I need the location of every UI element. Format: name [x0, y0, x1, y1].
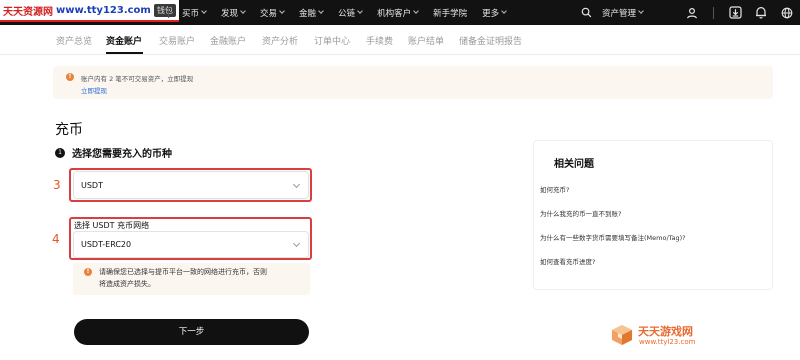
chevron-down-icon	[292, 180, 301, 189]
step-label: 选择您需要充入的币种	[72, 149, 172, 160]
watermark-url: www.tty123.com	[56, 4, 151, 16]
nav-divider	[713, 6, 714, 19]
chevron-down-icon	[279, 8, 285, 14]
chevron-down-icon	[240, 8, 246, 14]
user-icon[interactable]	[685, 6, 699, 20]
nav-item-finance[interactable]: 金融	[299, 7, 324, 19]
tab-order-center[interactable]: 订单中心	[314, 34, 350, 47]
nav-item-more[interactable]: 更多	[482, 7, 507, 19]
tab-fees[interactable]: 手续费	[366, 34, 393, 47]
annotation-number: 3	[53, 178, 61, 192]
warning-icon: !	[84, 268, 92, 276]
coin-select-value: USDT	[81, 181, 103, 190]
nav-item-public-chain[interactable]: 公链	[338, 7, 363, 19]
chevron-down-icon	[292, 239, 301, 248]
page-title: 充币	[55, 122, 83, 138]
top-navbar: 天天资源网 www.tty123.com 钱包 买币 发现 交易 金融 公链 机…	[0, 0, 800, 25]
tab-account-statement[interactable]: 账户结单	[408, 34, 444, 47]
search-icon[interactable]	[580, 6, 594, 20]
faq-link[interactable]: 为什么有一些数字货币需要填写备注(Memo/Tag)?	[540, 232, 686, 242]
warning-icon: !	[66, 73, 74, 81]
chevron-down-icon	[638, 8, 644, 14]
asset-management-menu[interactable]: 资产管理	[602, 7, 644, 19]
tab-proof-of-reserves[interactable]: 储备金证明报告	[459, 34, 522, 47]
faq-link[interactable]: 如何查看充币进度?	[540, 256, 595, 266]
bell-icon[interactable]	[754, 6, 768, 20]
chevron-down-icon	[201, 8, 207, 14]
faq-link[interactable]: 为什么我充的币一直不到账?	[540, 208, 621, 218]
nav-right: 资产管理	[580, 0, 800, 25]
step-select-coin: 1 选择您需要充入的币种	[55, 145, 172, 160]
brand-url: www.ttyl23.com	[639, 338, 696, 346]
faq-card: 相关问题 如何充币? 为什么我充的币一直不到账? 为什么有一些数字货币需要填写备…	[533, 140, 773, 290]
chevron-down-icon	[501, 8, 507, 14]
annotation-number: 4	[52, 232, 60, 246]
network-warning-text: 将造成资产损失。	[99, 280, 155, 288]
coin-select[interactable]: USDT	[73, 171, 309, 199]
nav-divider	[168, 7, 169, 18]
chevron-down-icon	[318, 8, 324, 14]
tab-asset-analysis[interactable]: 资产分析	[262, 34, 298, 47]
network-label: 选择 USDT 充币网络	[74, 221, 150, 230]
network-select[interactable]: USDT-ERC20	[73, 231, 309, 258]
nav-item-institutional[interactable]: 机构客户	[377, 7, 419, 19]
network-warning: ! 请确保您已选择与提币平台一致的网络进行充币，否则 将造成资产损失。	[73, 263, 310, 295]
next-step-button[interactable]: 下一步	[74, 319, 309, 345]
brand-watermark: 天天游戏网 www.ttyl23.com	[610, 322, 720, 350]
watermark-site-name: 天天资源网	[3, 6, 53, 18]
tab-finance-account[interactable]: 金融账户	[210, 34, 246, 47]
network-warning-text: 请确保您已选择与提币平台一致的网络进行充币，否则	[99, 268, 267, 276]
watermark-suffix: 钱包	[153, 3, 176, 17]
main-menu: 买币 发现 交易 金融 公链 机构客户 新手学院 更多	[182, 0, 521, 25]
brand-name: 天天游戏网	[638, 325, 693, 338]
notice-text: 账户内有 2 笔不可交易资产，立即提现	[81, 75, 194, 83]
step-number-badge: 1	[55, 147, 65, 158]
chevron-down-icon	[413, 8, 419, 14]
network-select-value: USDT-ERC20	[81, 240, 132, 249]
active-tab-underline	[106, 52, 143, 54]
download-icon[interactable]	[728, 6, 742, 20]
faq-link[interactable]: 如何充币?	[540, 184, 569, 194]
notice-banner: ! 账户内有 2 笔不可交易资产，立即提现 立即提现	[53, 66, 773, 99]
globe-icon[interactable]	[780, 6, 794, 20]
nav-item-discover[interactable]: 发现	[221, 7, 246, 19]
watermark: 天天资源网 www.tty123.com 钱包	[0, 0, 179, 22]
tab-asset-overview[interactable]: 资产总览	[56, 34, 92, 47]
nav-item-buy-crypto[interactable]: 买币	[182, 7, 207, 19]
account-tabs: 资产总览 资金账户 交易账户 金融账户 资产分析 订单中心 手续费 账户结单 储…	[0, 25, 800, 55]
nav-item-academy[interactable]: 新手学院	[433, 7, 467, 19]
faq-title: 相关问题	[554, 159, 594, 170]
cube-logo-icon	[612, 325, 632, 345]
tab-trading-account[interactable]: 交易账户	[159, 34, 195, 47]
tab-funding-account[interactable]: 资金账户	[106, 34, 142, 47]
chevron-down-icon	[357, 8, 363, 14]
nav-item-trade[interactable]: 交易	[260, 7, 285, 19]
withdraw-now-link[interactable]: 立即提现	[81, 85, 107, 95]
